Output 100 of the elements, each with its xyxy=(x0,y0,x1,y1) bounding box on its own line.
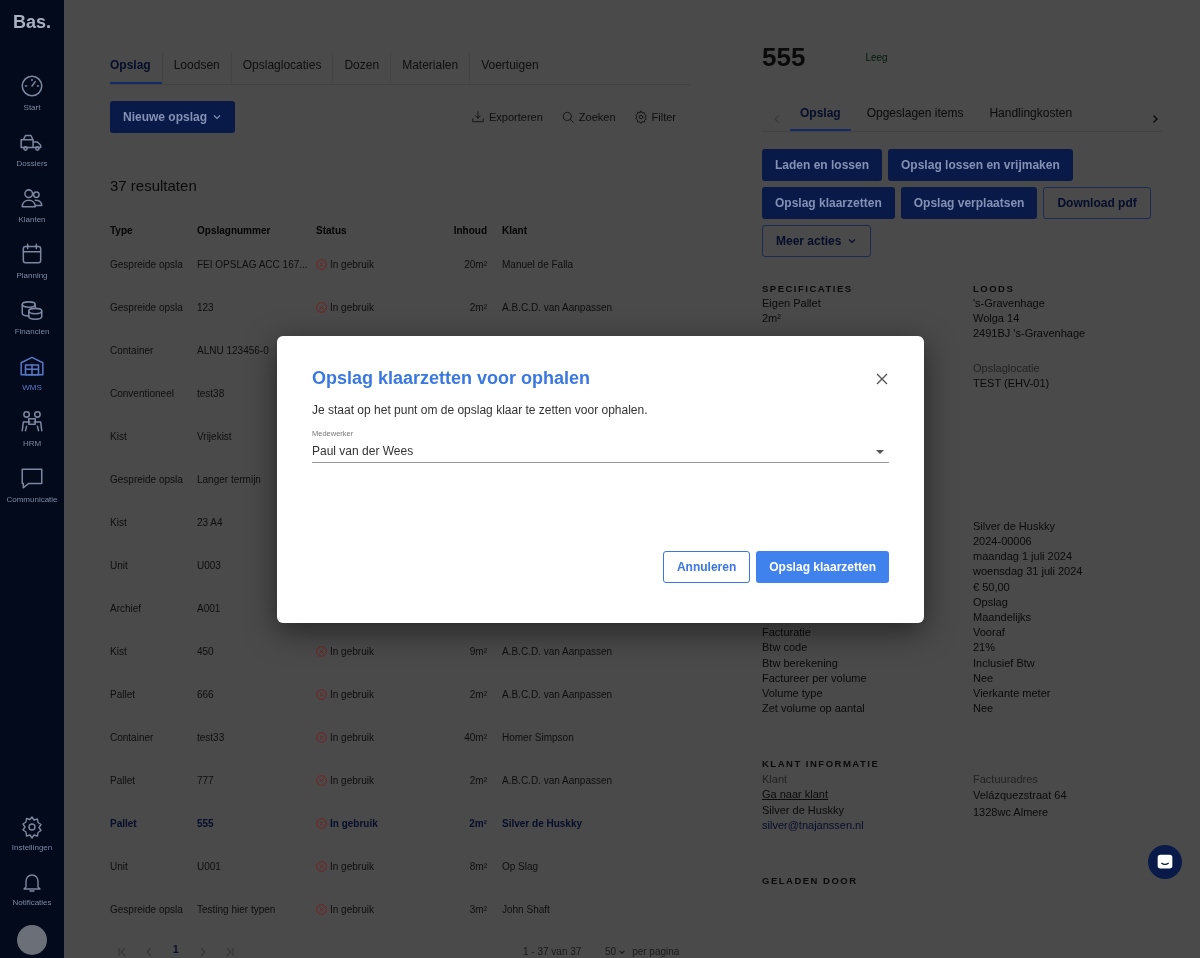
table-cell-text: 450 xyxy=(197,646,215,657)
field-value: TEST (EHV-01) xyxy=(973,375,1051,391)
table-cell: 40m² xyxy=(464,732,487,743)
field-value: 21% xyxy=(973,640,997,656)
address-line: 's-Gravenhage xyxy=(973,296,1046,311)
table-cell-text: 23 A4 xyxy=(197,517,224,528)
table-cell: Silver de Huskky xyxy=(502,818,583,829)
table-cell-text: 123 xyxy=(197,302,215,313)
column-header: Status xyxy=(316,224,348,236)
dialog-message: Je staat op het punt om de opslag klaar te zetten voor ophalen. xyxy=(312,403,649,417)
dialog-button[interactable]: Annuleren xyxy=(662,551,751,583)
field-value: 2024-00006 xyxy=(973,534,1033,549)
table-cell: 20m² xyxy=(464,259,487,270)
tab[interactable]: Dozen xyxy=(332,52,391,84)
table-cell-text: test33 xyxy=(197,732,226,743)
nav-item[interactable]: Klanten xyxy=(1,185,63,224)
field-value: maandag 1 juli 2024 xyxy=(973,549,1074,565)
table-cell-text: FEI OPSLAG ACC 167... xyxy=(197,259,309,270)
page-number[interactable]: 1 xyxy=(170,944,182,958)
address-line: Velázquezstraat 64 xyxy=(973,788,1068,804)
customer-link[interactable]: Ga naar klant xyxy=(762,787,973,803)
address-line: 1328wc Almere xyxy=(973,805,1050,821)
toolbar-button[interactable]: Exporteren xyxy=(471,110,543,124)
x-circle-icon xyxy=(316,302,327,313)
table-cell-text: Unit xyxy=(110,560,129,571)
storage-title: 555 xyxy=(762,42,806,73)
action-button[interactable]: Download pdf xyxy=(1043,187,1151,219)
field-value: Nee xyxy=(973,670,995,686)
action-button[interactable]: Opslag lossen en vrijmaken xyxy=(888,149,1073,181)
table-cell: A.B.C.D. van Aanpassen xyxy=(502,775,613,786)
table-cell-text: 555 xyxy=(197,818,215,829)
dialog-button[interactable]: Opslag klaarzetten xyxy=(756,551,889,583)
tab[interactable]: Voertuigen xyxy=(469,52,550,84)
tab[interactable]: Opgeslagen items xyxy=(856,106,974,131)
action-button[interactable]: Opslag klaarzetten xyxy=(762,187,895,219)
toolbar-button[interactable]: Filter xyxy=(633,110,676,124)
tab[interactable]: Handlingkosten xyxy=(979,106,1083,131)
table-cell: 3m² xyxy=(469,904,487,915)
table-cell-text: Unit xyxy=(110,861,129,872)
section-heading: SPECIFICATIES xyxy=(762,283,854,294)
nav-item[interactable]: Financien xyxy=(1,297,63,336)
nav-item[interactable]: Communicatie xyxy=(1,465,63,504)
nav-item[interactable]: Instellingen xyxy=(1,815,63,852)
column-header: Klant xyxy=(502,224,528,236)
table-cell: Homer Simpson xyxy=(502,732,574,743)
dialog-title: Opslag klaarzetten voor ophalen xyxy=(312,368,591,389)
action-button[interactable]: Laden en lossen xyxy=(762,149,883,181)
table-cell: Op Slag xyxy=(502,861,539,872)
nav-item[interactable]: Planning xyxy=(1,241,63,280)
chevron-right-icon[interactable] xyxy=(1150,113,1160,124)
nav-item[interactable]: Start xyxy=(1,73,63,112)
customer-name: Silver de Huskky xyxy=(762,802,845,818)
toolbar-button[interactable]: Zoeken xyxy=(560,110,616,124)
table-cell-text: Pallet xyxy=(110,818,138,829)
table-cell-text: Conventioneel xyxy=(110,388,175,399)
field-value: Opslag xyxy=(973,594,1009,610)
table-cell-text: test38 xyxy=(197,388,226,399)
tab[interactable]: Opslaglocaties xyxy=(230,52,333,84)
nav-item[interactable]: WMS xyxy=(1,353,63,392)
table-cell: A.B.C.D. van Aanpassen xyxy=(502,302,613,313)
action-button[interactable]: Meer acties xyxy=(762,225,872,257)
field-value: € 50,00 xyxy=(973,579,1011,595)
table-cell: 2m² xyxy=(469,302,487,313)
gauge-icon xyxy=(19,73,45,99)
tab[interactable]: Materialen xyxy=(390,52,470,84)
table-cell-text: Kist xyxy=(110,517,128,528)
close-icon[interactable] xyxy=(875,371,889,386)
table-cell-text: Langer termijn xyxy=(197,474,262,485)
x-circle-icon xyxy=(316,259,327,270)
field-value: Nee xyxy=(973,701,995,717)
table-cell: 8m² xyxy=(469,861,487,872)
nav-item[interactable]: HRM xyxy=(1,409,63,448)
field-value: Silver de Huskky xyxy=(973,518,1056,534)
table-cell-text: ALNU 123456-0 xyxy=(197,345,270,356)
nav-item[interactable]: Dossiers xyxy=(1,129,63,168)
avatar[interactable] xyxy=(17,925,47,955)
table-cell-text: Pallet xyxy=(110,689,136,700)
x-circle-icon xyxy=(316,775,327,786)
download-icon xyxy=(471,110,486,124)
chat-button[interactable] xyxy=(1148,845,1182,879)
table-cell-text: Gespreide opsla xyxy=(110,904,184,915)
field-value: Maandelijks xyxy=(973,610,1033,626)
email-link[interactable]: silver@tnajanssen.nl xyxy=(762,817,973,834)
x-circle-icon xyxy=(316,818,327,829)
settings-icon xyxy=(20,815,44,839)
search-icon xyxy=(560,110,575,124)
tab[interactable]: Opslag xyxy=(110,52,162,84)
tab[interactable]: Opslag xyxy=(790,106,851,131)
x-circle-icon xyxy=(316,646,327,657)
field-value: Inclusief Btw xyxy=(973,655,1036,671)
field-label: Zet volume op aantal xyxy=(762,702,865,715)
table-cell: 9m² xyxy=(469,646,487,657)
new-storage-button[interactable]: Nieuwe opslag xyxy=(110,101,236,133)
section-heading: GELADEN DOOR xyxy=(762,875,859,887)
tab[interactable]: Loodsen xyxy=(161,52,231,84)
nav-item[interactable]: Notificaties xyxy=(1,870,63,907)
x-circle-icon xyxy=(316,689,327,700)
action-button[interactable]: Opslag verplaatsen xyxy=(900,187,1038,219)
x-circle-icon xyxy=(316,861,327,872)
table-cell-text: U003 xyxy=(197,560,222,571)
